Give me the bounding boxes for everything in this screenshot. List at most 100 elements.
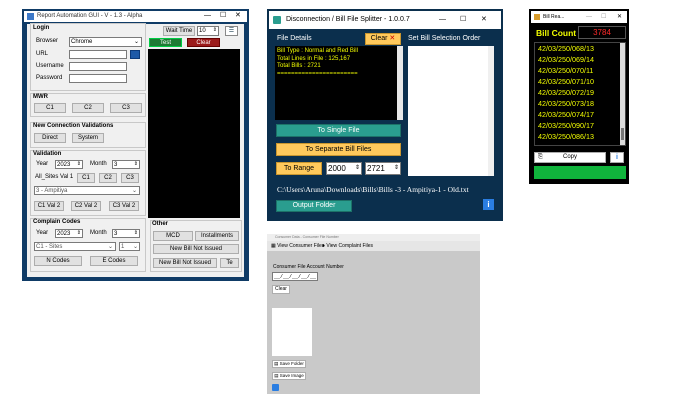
stepper-arrows-icon: ⇕	[354, 165, 360, 171]
tab-view-complaint-files[interactable]: ● View Complaint Files	[322, 243, 373, 249]
browser-select[interactable]: Chrome ⌄	[69, 37, 142, 47]
range-from-stepper[interactable]: 2000 ⇕	[326, 162, 362, 175]
account-number-input[interactable]: __/__/__/__/__	[272, 272, 318, 281]
maximize-button[interactable]: ☐	[601, 12, 606, 22]
save-image-label: Save Image	[279, 373, 304, 378]
menu-icon[interactable]: ☰	[225, 26, 238, 36]
browser-value: Chrome	[71, 39, 93, 45]
val1-c1-button[interactable]: C1	[77, 173, 95, 183]
scrollbar[interactable]	[620, 43, 625, 145]
image-preview	[272, 308, 312, 356]
complain-month-value: 3	[114, 231, 118, 237]
installments-button[interactable]: Installments	[195, 231, 239, 241]
list-item[interactable]: 42/03/250/086/13	[538, 132, 594, 141]
tab-view-consumer-files[interactable]: ▦ View Consumer Files	[271, 243, 324, 249]
list-item[interactable]: 42/03/250/069/14	[538, 55, 594, 64]
title-bar: Consumer Data - Consumer File Number	[267, 234, 480, 241]
scrollbar[interactable]	[397, 46, 403, 120]
n-codes-button[interactable]: N Codes	[34, 256, 82, 266]
new-bill-not-issued-2-button[interactable]: New Bill Not Issued	[153, 258, 217, 268]
c1-val2-button[interactable]: C1 Val 2	[34, 201, 64, 211]
save-image-button[interactable]: ▤ Save Image	[272, 372, 306, 380]
scrollbar-thumb[interactable]	[621, 128, 624, 140]
info-icon[interactable]	[272, 384, 279, 391]
clear-details-button[interactable]: Clear ✕	[365, 33, 401, 45]
stepper-arrows-icon: ⇕	[393, 165, 399, 171]
password-input[interactable]	[69, 74, 127, 83]
mwr-c1-button[interactable]: C1	[34, 103, 66, 113]
validation-month-value: 3	[114, 162, 118, 168]
validation-year-stepper[interactable]: 2023 ⇕	[55, 160, 83, 169]
info-icon[interactable]: i	[610, 152, 624, 163]
mwr-c3-button[interactable]: C3	[110, 103, 142, 113]
to-separate-bill-files-button[interactable]: To Separate Bill Files	[276, 143, 401, 156]
close-button[interactable]: ✕	[481, 15, 487, 25]
maximize-button[interactable]: ☐	[460, 15, 466, 25]
clear-button[interactable]: Clear	[187, 38, 220, 47]
url-input[interactable]	[69, 50, 127, 59]
stepper-arrows-icon: ⇕	[133, 230, 138, 236]
minimize-button[interactable]: —	[204, 11, 211, 21]
username-input[interactable]	[69, 62, 127, 71]
list-item[interactable]: 42/03/250/090/17	[538, 121, 594, 130]
close-button[interactable]: ✕	[235, 11, 241, 21]
val1-c3-button[interactable]: C3	[121, 173, 139, 183]
to-single-file-button[interactable]: To Single File	[276, 124, 401, 137]
file-details-output: Bill Type : Normal and Red Bill Total Li…	[275, 46, 403, 120]
save-folder-button[interactable]: ▤ Save Folder	[272, 360, 306, 368]
app-icon	[534, 14, 540, 20]
window-title: Report Automation GUI - V - 1.3 - Alpha	[37, 13, 143, 19]
to-range-button[interactable]: To Range	[276, 162, 322, 175]
list-item[interactable]: 42/03/250/071/10	[538, 77, 594, 86]
close-button[interactable]: ✕	[617, 12, 622, 22]
system-button[interactable]: System	[72, 133, 104, 143]
list-item[interactable]: 42/03/250/072/19	[538, 88, 594, 97]
bill-reader-window: Bill Rea... — ☐ ✕ Bill Count 3784 42/03/…	[529, 9, 629, 184]
validation-month-stepper[interactable]: 3 ⇕	[112, 160, 140, 169]
test-button[interactable]: Test	[149, 38, 182, 47]
browser-label: Browser	[36, 38, 59, 44]
maximize-button[interactable]: ☐	[220, 11, 226, 21]
minimize-button[interactable]: —	[439, 15, 446, 25]
minimize-button[interactable]: —	[586, 12, 592, 22]
list-item[interactable]: 42/03/250/068/13	[538, 44, 594, 53]
complain-year-value: 2023	[57, 231, 71, 237]
site-select[interactable]: 3 - Ampitiya ⌄	[34, 186, 140, 195]
wait-time-stepper[interactable]: 10 ⇕	[197, 26, 219, 36]
list-item[interactable]: 42/03/250/070/11	[538, 66, 593, 75]
stepper-arrows-icon: ⇕	[212, 27, 217, 33]
range-to-stepper[interactable]: 2721 ⇕	[365, 162, 401, 175]
username-label: Username	[36, 63, 64, 69]
output-folder-button[interactable]: Output Folder	[276, 200, 352, 212]
direct-button[interactable]: Direct	[34, 133, 66, 143]
app-icon	[27, 13, 34, 20]
info-icon[interactable]: i	[483, 199, 494, 210]
close-icon: ✕	[389, 35, 396, 42]
bill-selection-list[interactable]	[408, 46, 494, 176]
c3-val2-button[interactable]: C3 Val 2	[109, 201, 139, 211]
scrollbar[interactable]	[488, 46, 494, 176]
val1-c2-button[interactable]: C2	[99, 173, 117, 183]
list-item[interactable]: 42/03/250/074/17	[538, 110, 594, 119]
save-folder-label: Save Folder	[279, 361, 304, 366]
complain-year-stepper[interactable]: 2023 ⇕	[55, 229, 83, 238]
complain-num-select[interactable]: 1 ⌄	[119, 242, 140, 251]
copy-icon: ⎘	[538, 154, 543, 160]
new-bill-not-issued-button[interactable]: New Bill Not Issued	[153, 244, 239, 254]
chevron-down-icon: ⌄	[132, 244, 138, 250]
url-picker-icon[interactable]	[130, 50, 140, 59]
complain-month-stepper[interactable]: 3 ⇕	[112, 229, 140, 238]
complain-site-select[interactable]: C1 - Sites ⌄	[34, 242, 116, 251]
mwr-c2-button[interactable]: C2	[72, 103, 104, 113]
c2-val2-button[interactable]: C2 Val 2	[71, 201, 101, 211]
copy-button[interactable]: ⎘ Copy	[534, 152, 606, 163]
login-heading: Login	[33, 25, 50, 31]
bill-list[interactable]: 42/03/250/068/13 42/03/250/069/14 42/03/…	[534, 42, 626, 146]
password-label: Password	[36, 75, 63, 81]
e-codes-button[interactable]: E Codes	[90, 256, 138, 266]
te-button[interactable]: Te	[220, 258, 239, 268]
list-item[interactable]: 42/03/250/073/18	[538, 99, 594, 108]
clear-button[interactable]: Clear	[272, 285, 290, 294]
file-path: C:\Users\Aruna\Downloads\Bills\Bills -3 …	[277, 185, 469, 194]
mcd-button[interactable]: MCD	[153, 231, 193, 241]
